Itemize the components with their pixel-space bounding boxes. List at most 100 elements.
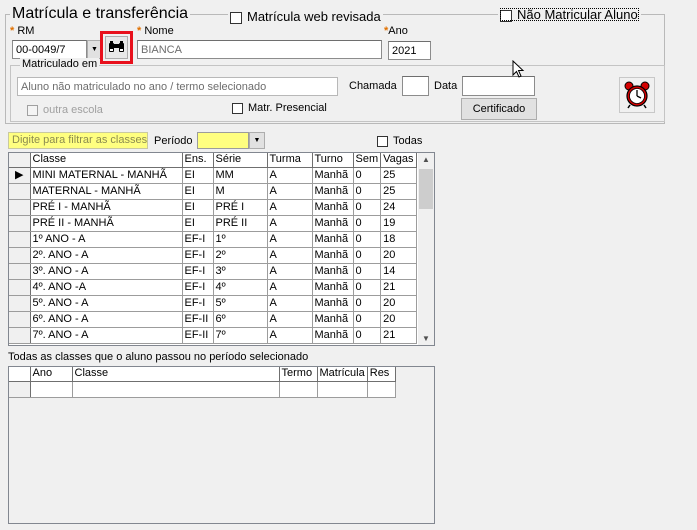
cell-turma[interactable]: A: [267, 327, 313, 344]
nome-field[interactable]: BIANCA: [137, 40, 382, 59]
classes-grid[interactable]: Classe Ens. Série Turma Turno Sem Vagas …: [8, 152, 435, 346]
col-vagas[interactable]: Vagas: [380, 153, 417, 168]
table-row[interactable]: PRÉ II - MANHÃ EI PRÉ II A Manhã 0 19: [9, 215, 417, 232]
cell-serie[interactable]: PRÉ I: [213, 199, 268, 216]
cell-turno[interactable]: Manhã: [312, 279, 354, 296]
certificado-button[interactable]: Certificado: [461, 98, 537, 120]
classes-scrollbar[interactable]: ▲ ▼: [418, 153, 434, 345]
cell-ens[interactable]: EI: [182, 167, 214, 184]
cell-serie[interactable]: 1º: [213, 231, 268, 248]
col-sem[interactable]: Sem: [353, 153, 382, 168]
cell-sem[interactable]: 0: [353, 231, 382, 248]
cell-turno[interactable]: Manhã: [312, 167, 354, 184]
cell-turno[interactable]: Manhã: [312, 311, 354, 328]
table-row[interactable]: MATERNAL - MANHÃ EI M A Manhã 0 25: [9, 183, 417, 200]
history-cell[interactable]: [317, 381, 368, 398]
search-button[interactable]: [105, 36, 128, 59]
col-ens[interactable]: Ens.: [182, 153, 214, 168]
cell-serie[interactable]: 3º: [213, 263, 268, 280]
cell-classe[interactable]: 2º. ANO - A: [30, 247, 183, 264]
cell-vagas[interactable]: 24: [380, 199, 417, 216]
matr-presencial-checkbox[interactable]: Matr. Presencial: [232, 102, 327, 114]
matriculado-em-field[interactable]: Aluno não matriculado no ano / termo sel…: [17, 77, 338, 96]
nao-matricular-box[interactable]: [500, 9, 512, 22]
cell-classe[interactable]: PRÉ II - MANHÃ: [30, 215, 183, 232]
cell-sem[interactable]: 0: [353, 327, 382, 344]
cell-sem[interactable]: 0: [353, 199, 382, 216]
cell-ens[interactable]: EF-I: [182, 247, 214, 264]
cell-turma[interactable]: A: [267, 295, 313, 312]
col-serie[interactable]: Série: [213, 153, 268, 168]
table-row[interactable]: 3º. ANO - A EF-I 3º A Manhã 0 14: [9, 263, 417, 280]
scroll-thumb[interactable]: [419, 169, 433, 209]
table-row[interactable]: 2º. ANO - A EF-I 2º A Manhã 0 20: [9, 247, 417, 264]
cell-turno[interactable]: Manhã: [312, 199, 354, 216]
cell-turno[interactable]: Manhã: [312, 183, 354, 200]
cell-turno[interactable]: Manhã: [312, 327, 354, 344]
col-ano[interactable]: Ano: [30, 367, 73, 382]
scroll-down-icon[interactable]: ▼: [418, 334, 434, 343]
table-row[interactable]: PRÉ I - MANHÃ EI PRÉ I A Manhã 0 24: [9, 199, 417, 216]
cell-sem[interactable]: 0: [353, 311, 382, 328]
table-row[interactable]: 4º. ANO -A EF-I 4º A Manhã 0 21: [9, 279, 417, 296]
cell-classe[interactable]: PRÉ I - MANHÃ: [30, 199, 183, 216]
cell-sem[interactable]: 0: [353, 215, 382, 232]
todas-checkbox[interactable]: Todas: [377, 135, 422, 147]
cell-sem[interactable]: 0: [353, 247, 382, 264]
table-row[interactable]: 7º. ANO - A EF-II 7º A Manhã 0 21: [9, 327, 417, 344]
cell-ens[interactable]: EF-I: [182, 231, 214, 248]
cell-turma[interactable]: A: [267, 279, 313, 296]
col-turma[interactable]: Turma: [267, 153, 313, 168]
history-cell[interactable]: [367, 381, 396, 398]
outra-escola-checkbox[interactable]: outra escola: [27, 104, 103, 116]
cell-sem[interactable]: 0: [353, 167, 382, 184]
cell-ens[interactable]: EF-I: [182, 263, 214, 280]
periodo-dropdown-button[interactable]: ▼: [249, 132, 265, 149]
cell-serie[interactable]: MM: [213, 167, 268, 184]
cell-classe[interactable]: 3º. ANO - A: [30, 263, 183, 280]
history-cell[interactable]: [72, 381, 280, 398]
todas-box[interactable]: [377, 135, 388, 147]
cell-ens[interactable]: EI: [182, 215, 214, 232]
cell-turma[interactable]: A: [267, 263, 313, 280]
cell-vagas[interactable]: 20: [380, 295, 417, 312]
table-row[interactable]: 1º ANO - A EF-I 1º A Manhã 0 18: [9, 231, 417, 248]
cell-turma[interactable]: A: [267, 231, 313, 248]
alarm-button[interactable]: [619, 77, 655, 113]
cell-classe[interactable]: MINI MATERNAL - MANHÃ: [30, 167, 183, 184]
cell-serie[interactable]: PRÉ II: [213, 215, 268, 232]
nao-matricular-checkbox[interactable]: Não Matricular Aluno: [498, 6, 641, 23]
cell-vagas[interactable]: 20: [380, 311, 417, 328]
cell-vagas[interactable]: 20: [380, 247, 417, 264]
cell-classe[interactable]: 7º. ANO - A: [30, 327, 183, 344]
cell-ens[interactable]: EF-II: [182, 311, 214, 328]
matr-presencial-box[interactable]: [232, 102, 243, 114]
col-res[interactable]: Res: [367, 367, 396, 382]
cell-turma[interactable]: A: [267, 199, 313, 216]
cell-sem[interactable]: 0: [353, 295, 382, 312]
cell-turma[interactable]: A: [267, 247, 313, 264]
cell-ens[interactable]: EF-I: [182, 295, 214, 312]
cell-ens[interactable]: EI: [182, 199, 214, 216]
table-row[interactable]: 6º. ANO - A EF-II 6º A Manhã 0 20: [9, 311, 417, 328]
chamada-field[interactable]: [402, 76, 429, 96]
cell-ens[interactable]: EF-I: [182, 279, 214, 296]
col-classe[interactable]: Classe: [30, 153, 183, 168]
cell-serie[interactable]: 5º: [213, 295, 268, 312]
web-revisada-box[interactable]: [230, 11, 242, 24]
cell-serie[interactable]: M: [213, 183, 268, 200]
cell-classe[interactable]: 1º ANO - A: [30, 231, 183, 248]
cell-classe[interactable]: 4º. ANO -A: [30, 279, 183, 296]
history-cell[interactable]: [30, 381, 73, 398]
cell-turma[interactable]: A: [267, 167, 313, 184]
cell-serie[interactable]: 6º: [213, 311, 268, 328]
cell-sem[interactable]: 0: [353, 279, 382, 296]
web-revisada-checkbox[interactable]: Matrícula web revisada: [228, 9, 383, 24]
cell-classe[interactable]: 5º. ANO - A: [30, 295, 183, 312]
cell-classe[interactable]: MATERNAL - MANHÃ: [30, 183, 183, 200]
table-row[interactable]: ▶ MINI MATERNAL - MANHÃ EI MM A Manhã 0 …: [9, 167, 417, 184]
cell-vagas[interactable]: 25: [380, 183, 417, 200]
cell-turma[interactable]: A: [267, 311, 313, 328]
cell-serie[interactable]: 7º: [213, 327, 268, 344]
cell-ens[interactable]: EF-II: [182, 327, 214, 344]
